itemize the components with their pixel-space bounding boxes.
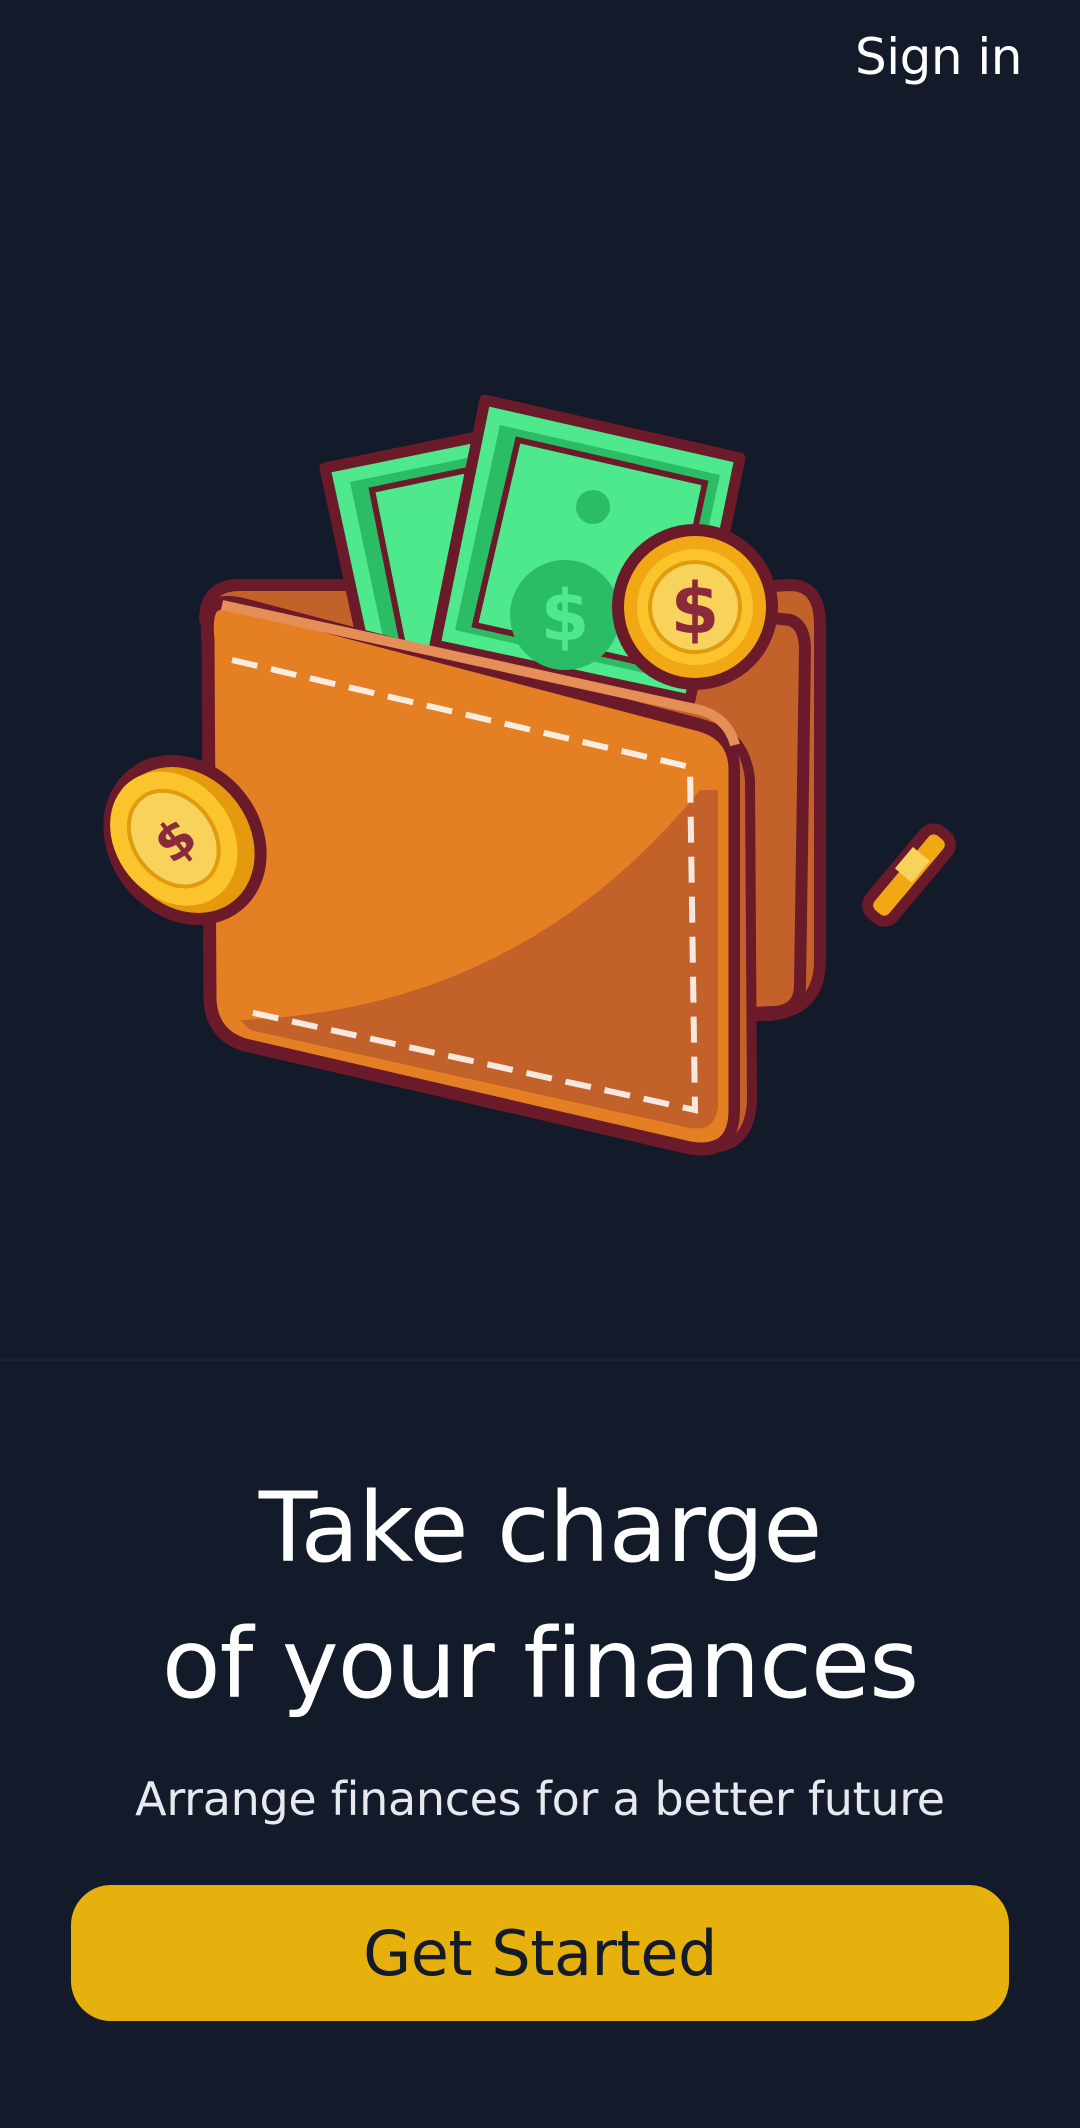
onboarding-screen: $ $ $ Sign in Take charge of your financ… xyxy=(0,0,1080,2128)
wallet-illustration: $ $ $ xyxy=(103,394,956,1156)
coin-edge-right xyxy=(862,823,956,927)
coin-large: $ xyxy=(612,524,778,690)
headline-line-2: of your finances xyxy=(161,1608,919,1720)
page-title: Take charge of your finances xyxy=(0,1460,1080,1732)
page-subtitle: Arrange finances for a better future xyxy=(135,1772,945,1826)
headline-line-1: Take charge xyxy=(258,1472,823,1584)
svg-text:$: $ xyxy=(671,568,720,650)
svg-text:$: $ xyxy=(541,575,590,657)
hero-section: $ $ $ xyxy=(0,0,1080,1358)
sign-in-link[interactable]: Sign in xyxy=(855,28,1023,86)
section-divider xyxy=(0,1358,1080,1361)
get-started-button[interactable]: Get Started xyxy=(71,1885,1009,2021)
